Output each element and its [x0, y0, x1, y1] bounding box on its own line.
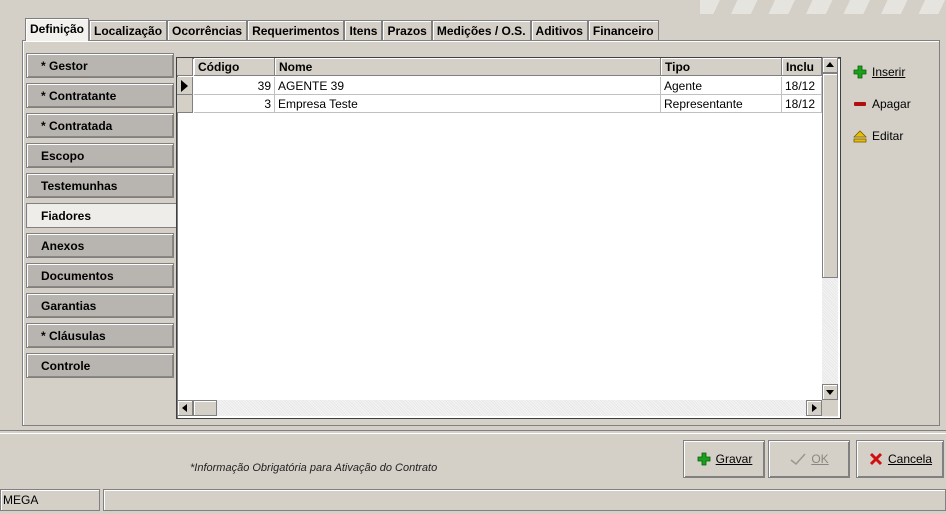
column-header-nome[interactable]: Nome: [275, 58, 661, 76]
top-tab-strip: Definição Localização Ocorrências Requer…: [25, 18, 659, 41]
arrow-down-icon: [826, 390, 834, 395]
horizontal-scrollbar[interactable]: [177, 400, 822, 416]
delete-button[interactable]: Apagar: [852, 94, 911, 114]
eject-icon: [853, 130, 867, 143]
cell-tipo[interactable]: Agente: [661, 77, 782, 95]
vertical-scroll-thumb[interactable]: [822, 73, 838, 278]
cell-codigo[interactable]: 3: [194, 95, 275, 113]
ok-label: OK: [811, 452, 829, 466]
scroll-up-button[interactable]: [822, 57, 838, 73]
tab-ocorrencias[interactable]: Ocorrências: [167, 20, 248, 41]
arrow-up-icon: [826, 62, 834, 67]
tab-medicoes[interactable]: Medições / O.S.: [431, 20, 531, 41]
title-decoration: [700, 0, 946, 14]
cell-tipo[interactable]: Representante: [661, 95, 782, 113]
side-tab-anexos[interactable]: Anexos: [26, 233, 174, 258]
footer-separator: [0, 430, 946, 434]
scroll-down-button[interactable]: [822, 384, 838, 400]
arrow-left-icon: [182, 404, 187, 412]
edit-label: Editar: [872, 129, 904, 143]
minus-icon: [854, 102, 866, 106]
cancel-button[interactable]: Cancela: [856, 440, 944, 478]
column-header-tipo[interactable]: Tipo: [661, 58, 782, 76]
side-tab-testemunhas[interactable]: Testemunhas: [26, 173, 174, 198]
plus-icon: [697, 452, 711, 466]
column-header-codigo[interactable]: Código: [194, 58, 275, 76]
tab-definicao[interactable]: Definição: [25, 18, 90, 41]
side-tab-escopo[interactable]: Escopo: [26, 143, 174, 168]
tab-financeiro[interactable]: Financeiro: [587, 20, 659, 41]
edit-button[interactable]: Editar: [852, 126, 903, 146]
tab-aditivos[interactable]: Aditivos: [530, 20, 588, 41]
tab-localizacao[interactable]: Localização: [89, 20, 168, 41]
tab-requerimentos[interactable]: Requerimentos: [247, 20, 345, 41]
delete-label: Apagar: [872, 97, 911, 111]
side-tab-fiadores[interactable]: Fiadores: [26, 203, 178, 228]
side-tab-controle[interactable]: Controle: [26, 353, 174, 378]
insert-button[interactable]: Inserir: [852, 62, 905, 82]
check-icon: [790, 453, 806, 466]
side-tab-contratada[interactable]: * Contratada: [26, 113, 174, 138]
side-tab-clausulas[interactable]: * Cláusulas: [26, 323, 174, 348]
save-button[interactable]: Gravar: [683, 440, 765, 478]
row-indicator[interactable]: [177, 95, 193, 113]
cell-nome[interactable]: Empresa Teste: [275, 95, 661, 113]
horizontal-scroll-thumb[interactable]: [193, 400, 217, 416]
cell-inclusao[interactable]: 18/12: [782, 77, 822, 95]
save-label: Gravar: [715, 452, 753, 466]
scroll-right-button[interactable]: [806, 400, 822, 416]
cancel-label: Cancela: [887, 452, 933, 466]
plus-icon: [853, 65, 867, 79]
status-panel-app: MEGA: [0, 489, 100, 511]
ok-button[interactable]: OK: [768, 440, 850, 478]
x-icon: [869, 452, 883, 466]
insert-label: Inserir: [872, 65, 906, 79]
side-tab-garantias[interactable]: Garantias: [26, 293, 174, 318]
side-tab-gestor[interactable]: * Gestor: [26, 53, 174, 78]
side-tab-documentos[interactable]: Documentos: [26, 263, 174, 288]
side-tab-contratante[interactable]: * Contratante: [26, 83, 174, 108]
grid-corner: [177, 58, 193, 76]
cell-codigo[interactable]: 39: [194, 77, 275, 95]
row-indicator[interactable]: [177, 77, 193, 95]
tab-itens[interactable]: Itens: [344, 20, 383, 41]
required-note: *Informação Obrigatória para Ativação do…: [190, 462, 438, 474]
scroll-corner: [822, 400, 838, 416]
tab-prazos[interactable]: Prazos: [382, 20, 432, 41]
cell-inclusao[interactable]: 18/12: [782, 95, 822, 113]
cell-nome[interactable]: AGENTE 39: [275, 77, 661, 95]
column-header-inclusao[interactable]: Inclu: [782, 58, 822, 76]
row-pointer-icon: [181, 80, 188, 92]
arrow-right-icon: [812, 404, 817, 412]
status-panel-info: [103, 489, 946, 511]
scroll-left-button[interactable]: [177, 400, 193, 416]
